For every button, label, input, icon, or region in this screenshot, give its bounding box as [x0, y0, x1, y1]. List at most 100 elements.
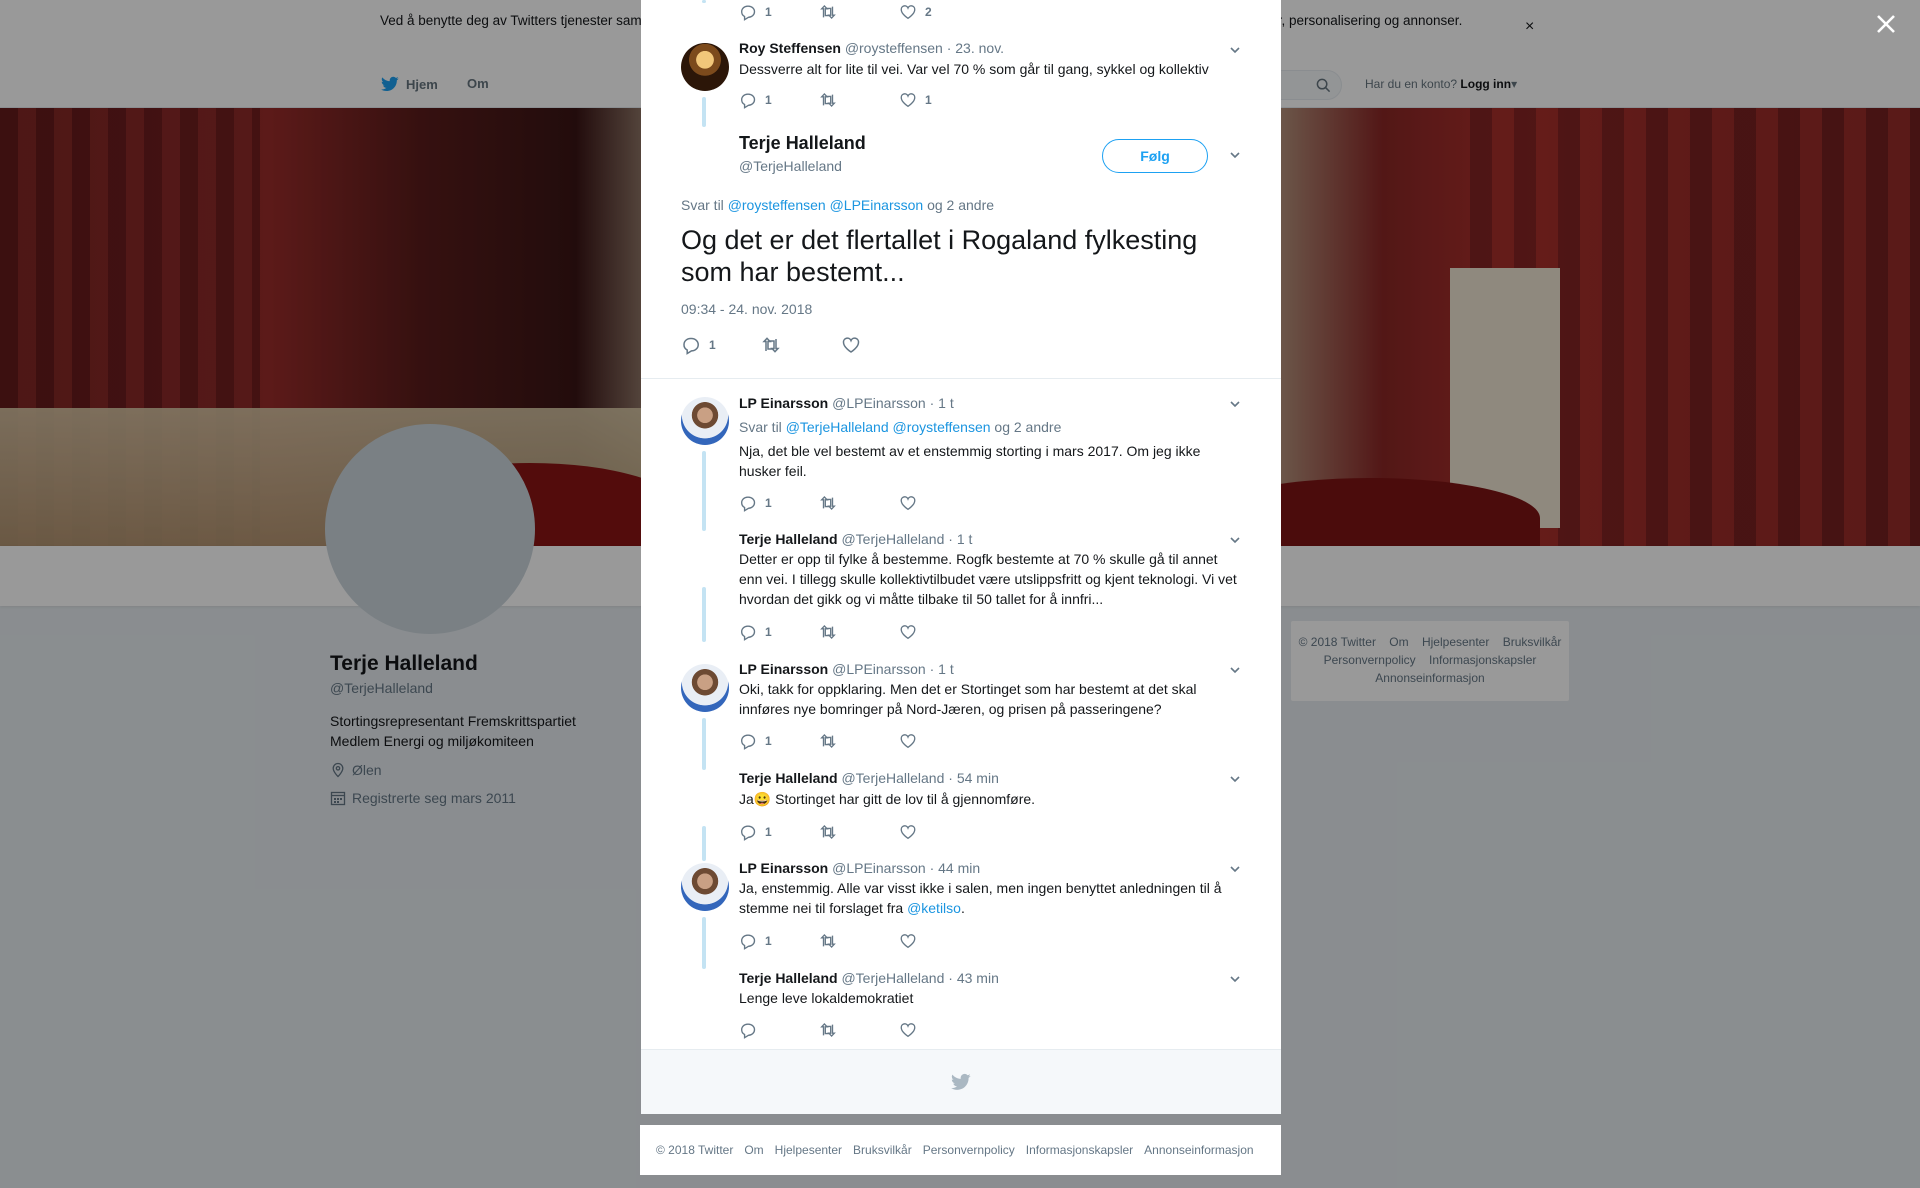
reply-button[interactable] — [739, 1021, 757, 1039]
like-button[interactable] — [899, 932, 917, 950]
tweet-text: Oki, takk for oppklaring. Men det er Sto… — [739, 681, 1197, 717]
retweet-button[interactable] — [819, 932, 837, 950]
chevron-down-icon[interactable] — [1228, 972, 1242, 986]
retweet-button[interactable] — [819, 3, 837, 21]
tweet-text: Ja, enstemmig. Alle var visst ikke i sal… — [739, 878, 1239, 918]
modal-page-footer: © 2018 Twitter Om Hjelpesenter Bruksvilk… — [640, 1125, 1281, 1175]
reply-context-prefix: Svar til — [739, 419, 782, 435]
thread-line — [702, 451, 706, 531]
tweet-author-name[interactable]: Terje Halleland — [739, 970, 838, 986]
tweet-author-name[interactable]: LP Einarsson — [739, 661, 828, 677]
like-button[interactable] — [841, 335, 861, 355]
reply-button[interactable]: 1 — [739, 3, 772, 21]
thread-line — [702, 0, 706, 3]
retweet-button[interactable] — [819, 1021, 837, 1039]
footer-link-hjelpesenter[interactable]: Hjelpesenter — [775, 1143, 842, 1157]
mention-link[interactable]: @roysteffensen — [893, 419, 991, 435]
follow-button[interactable]: Følg — [1102, 139, 1208, 173]
like-count: 2 — [925, 5, 932, 19]
chevron-down-icon[interactable] — [1228, 397, 1242, 411]
tweet-author-handle[interactable]: @TerjeHalleland — [841, 531, 944, 547]
tweet-header: LP Einarsson @LPEinarsson · 44 min — [739, 860, 980, 876]
footer-link-bruksvilkar[interactable]: Bruksvilkår — [853, 1143, 912, 1157]
tweet-author-handle[interactable]: @LPEinarsson — [832, 395, 926, 411]
tweet-time[interactable]: · 1 t — [930, 395, 954, 411]
tweet-author-name[interactable]: LP Einarsson — [739, 395, 828, 411]
mention-link[interactable]: @roysteffensen — [728, 197, 826, 213]
reply-context-suffix[interactable]: og 2 andre — [927, 197, 994, 213]
chevron-down-icon[interactable] — [1228, 663, 1242, 677]
reply-icon — [683, 337, 699, 355]
tweet-time[interactable]: · 43 min — [948, 970, 999, 986]
tweet-author-handle[interactable]: @TerjeHalleland — [841, 770, 944, 786]
mention-link[interactable]: @ketilso — [907, 900, 961, 916]
heart-icon — [900, 496, 916, 511]
reply-button[interactable]: 1 — [739, 91, 772, 109]
tweet-text: Lenge leve lokaldemokratiet — [739, 990, 914, 1006]
tweet-header: Terje Halleland @TerjeHalleland · 43 min — [739, 970, 999, 986]
chevron-down-icon[interactable] — [1228, 533, 1242, 547]
heart-icon — [900, 5, 916, 20]
reply-count: 1 — [765, 93, 772, 107]
like-button[interactable] — [899, 732, 917, 750]
footer-link-om[interactable]: Om — [744, 1143, 763, 1157]
reply-button[interactable]: 1 — [739, 932, 772, 950]
like-button[interactable]: 2 — [899, 3, 932, 21]
mention-link[interactable]: @TerjeHalleland — [786, 419, 889, 435]
tweet-time[interactable]: · 1 t — [930, 661, 954, 677]
tweet-author-name[interactable]: Terje Halleland — [739, 770, 838, 786]
tweet-time[interactable]: · 1 t — [948, 531, 972, 547]
reply-button[interactable]: 1 — [681, 335, 716, 355]
reply-count: 1 — [709, 338, 716, 352]
like-button[interactable] — [899, 494, 917, 512]
grinning-emoji: 😀 — [753, 791, 772, 807]
retweet-button[interactable] — [819, 732, 837, 750]
tweet-author-handle[interactable]: @roysteffensen — [845, 40, 943, 56]
reply-context: Svar til @roysteffensen @LPEinarsson og … — [681, 197, 994, 213]
like-button[interactable]: 1 — [899, 91, 932, 109]
like-button[interactable] — [899, 1021, 917, 1039]
tweet-author-handle[interactable]: @LPEinarsson — [832, 661, 926, 677]
close-modal-icon[interactable] — [1874, 12, 1898, 36]
like-button[interactable] — [899, 823, 917, 841]
footer-link-informasjonskapsler[interactable]: Informasjonskapsler — [1026, 1143, 1133, 1157]
chevron-down-icon[interactable] — [1228, 148, 1242, 162]
reply-context-suffix[interactable]: og 2 andre — [994, 419, 1061, 435]
reply-button[interactable]: 1 — [739, 823, 772, 841]
avatar[interactable] — [681, 397, 729, 445]
reply-button[interactable]: 1 — [739, 623, 772, 641]
reply-button[interactable]: 1 — [739, 732, 772, 750]
retweet-button[interactable] — [819, 623, 837, 641]
tweet-header: Roy Steffensen @roysteffensen · 23. nov. — [739, 40, 1004, 56]
chevron-down-icon[interactable] — [1228, 43, 1242, 57]
like-button[interactable] — [899, 623, 917, 641]
reply-context-prefix: Svar til — [681, 197, 724, 213]
avatar[interactable] — [681, 43, 729, 91]
mention-link[interactable]: @LPEinarsson — [830, 197, 924, 213]
chevron-down-icon[interactable] — [1228, 862, 1242, 876]
reply-button[interactable]: 1 — [739, 494, 772, 512]
tweet-time[interactable]: · 54 min — [948, 770, 999, 786]
tweet-author-handle[interactable]: @LPEinarsson — [832, 860, 926, 876]
tweet-header: Terje Halleland @TerjeHalleland · 54 min — [739, 770, 999, 786]
retweet-button[interactable] — [761, 335, 781, 355]
tweet-author-name[interactable]: LP Einarsson — [739, 860, 828, 876]
retweet-button[interactable] — [819, 494, 837, 512]
retweet-icon — [820, 933, 836, 949]
retweet-button[interactable] — [819, 823, 837, 841]
tweet-author-handle[interactable]: @TerjeHalleland — [841, 970, 944, 986]
main-tweet-author-handle[interactable]: @TerjeHalleland — [739, 158, 842, 174]
chevron-down-icon[interactable] — [1228, 772, 1242, 786]
tweet-time[interactable]: · 44 min — [930, 860, 981, 876]
avatar[interactable] — [681, 863, 729, 911]
reply-icon — [741, 734, 756, 750]
tweet-author-name[interactable]: Terje Halleland — [739, 531, 838, 547]
tweet-time[interactable]: · 23. nov. — [947, 40, 1004, 56]
main-tweet-author-name[interactable]: Terje Halleland — [739, 133, 866, 154]
tweet-author-name[interactable]: Roy Steffensen — [739, 40, 841, 56]
footer-link-annonseinformasjon[interactable]: Annonseinformasjon — [1144, 1143, 1253, 1157]
main-tweet-timestamp[interactable]: 09:34 - 24. nov. 2018 — [681, 301, 812, 317]
avatar[interactable] — [681, 664, 729, 712]
retweet-button[interactable] — [819, 91, 837, 109]
footer-link-personvernpolicy[interactable]: Personvernpolicy — [923, 1143, 1015, 1157]
